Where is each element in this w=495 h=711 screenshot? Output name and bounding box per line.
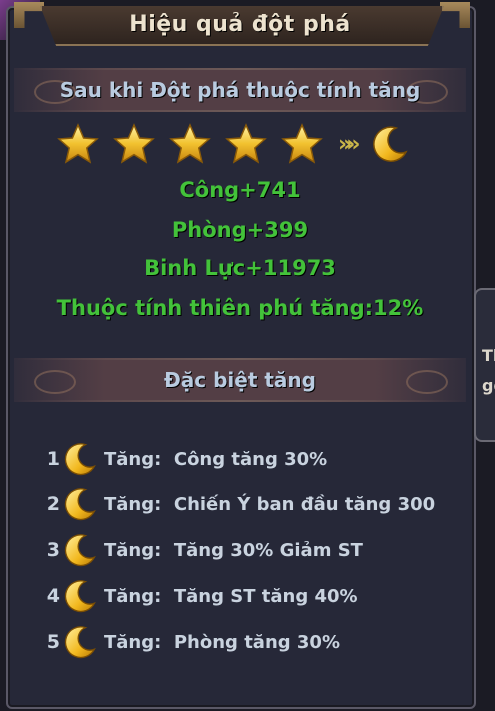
- item-label: Tăng: Tăng ST tăng 40%: [104, 585, 358, 607]
- breakthrough-heading: Sau khi Đột phá thuộc tính tăng: [59, 78, 421, 102]
- list-item: 1 Tăng: Công tăng 30%: [40, 440, 327, 478]
- item-number: 3: [46, 539, 60, 561]
- star-icon: [169, 123, 211, 164]
- crescent-moon-icon: [64, 626, 96, 659]
- item-number: 2: [46, 493, 60, 515]
- side-tab-text: Th: [482, 346, 495, 365]
- star-icon: [281, 123, 323, 164]
- star-icon: [57, 123, 99, 164]
- stat-defense: Phòng+399: [171, 218, 309, 242]
- list-item: 5 Tăng: Phòng tăng 30%: [40, 623, 340, 661]
- stat-attack: Công+741: [179, 178, 301, 202]
- item-label: Tăng: Tăng 30% Giảm ST: [104, 539, 363, 561]
- crescent-moon-icon: [64, 443, 96, 476]
- item-number: 1: [46, 448, 60, 470]
- special-heading: Đặc biệt tăng: [164, 368, 316, 392]
- crescent-moon-icon: [64, 488, 96, 521]
- crescent-moon-icon: [64, 534, 96, 567]
- star-row: »»: [56, 122, 410, 166]
- item-number: 5: [46, 631, 60, 653]
- crescent-moon-icon: [64, 580, 96, 613]
- list-item: 3 Tăng: Tăng 30% Giảm ST: [40, 531, 363, 569]
- list-item: 2 Tăng: Chiến Ý ban đầu tăng 300: [40, 485, 435, 523]
- item-label: Tăng: Phòng tăng 30%: [104, 631, 340, 653]
- star-icon: [113, 123, 155, 164]
- star-icon: [225, 123, 267, 164]
- list-item: 4 Tăng: Tăng ST tăng 40%: [40, 577, 358, 615]
- item-label: Tăng: Chiến Ý ban đầu tăng 300: [104, 493, 436, 515]
- side-panel-tab[interactable]: Th gg: [474, 288, 495, 442]
- side-tab-text: gg: [482, 376, 495, 395]
- upgrade-arrow-icon: »»: [338, 131, 361, 157]
- item-label: Tăng: Công tăng 30%: [104, 448, 328, 470]
- item-number: 4: [46, 585, 60, 607]
- stat-talent: Thuộc tính thiên phú tăng:12%: [56, 296, 424, 320]
- stat-troops: Binh Lực+11973: [144, 256, 336, 280]
- crescent-moon-icon: [373, 126, 409, 162]
- panel-title: Hiệu quả đột phá: [129, 12, 351, 37]
